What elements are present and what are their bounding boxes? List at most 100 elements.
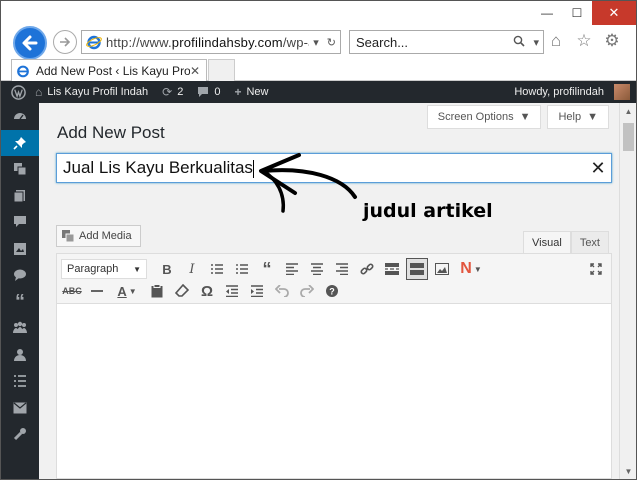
wordpress-logo-icon[interactable] [1,84,35,100]
sidebar-item-media[interactable] [1,156,39,183]
bullet-list-icon [211,264,223,274]
plus-icon: + [234,85,242,99]
updates-icon: ⟳ [162,85,173,99]
strikethrough-icon: ABC [62,286,82,296]
post-editor-screen: Screen Options ▼ Help ▼ Add New Post Jual … [39,103,636,479]
horizontal-line-icon [91,290,103,292]
avatar[interactable] [614,84,630,100]
refresh-icon[interactable]: ↻ [323,36,340,49]
text-color-button[interactable]: A ▼ [111,280,143,302]
svg-text:?: ? [329,287,335,297]
scroll-down-icon[interactable]: ▼ [620,463,636,479]
screen-options-button[interactable]: Screen Options ▼ [426,105,542,129]
read-more-button[interactable] [381,258,403,280]
tab-text[interactable]: Text [570,231,609,253]
align-right-button[interactable] [331,258,353,280]
forward-button[interactable] [53,30,77,54]
toolbar-toggle-button[interactable] [406,258,428,280]
outdent-button[interactable] [221,280,243,302]
new-tab-button[interactable] [208,59,235,81]
search-dropdown-icon[interactable]: ▾ [529,36,543,49]
clear-formatting-button[interactable] [171,280,193,302]
media-icon [14,163,27,176]
search-icon[interactable] [509,35,529,50]
sidebar-item-tools[interactable] [1,421,39,448]
scroll-up-icon[interactable]: ▲ [620,103,636,119]
align-left-icon [286,263,298,275]
text-color-icon: A [117,283,127,299]
wrench-icon [13,428,26,441]
address-dropdown-icon[interactable]: ▾ [309,36,323,49]
indent-button[interactable] [246,280,268,302]
home-icon[interactable]: ⌂ [546,31,566,51]
bullet-list-button[interactable] [206,258,228,280]
sidebar-item-groups[interactable] [1,315,39,342]
address-bar[interactable]: http://www.profilindahsby.com/wp-a ▾ ↻ [81,30,341,54]
page-scrollbar[interactable]: ▲ ▼ [619,103,636,479]
numbered-list-button[interactable] [231,258,253,280]
howdy-user-link[interactable]: Howdy, profilindah [514,86,604,98]
tab-add-new-post[interactable]: Add New Post ‹ Lis Kayu Profil Pr... ✕ [11,59,207,81]
keyboard-shortcuts-button[interactable]: ? [321,280,343,302]
strikethrough-button[interactable]: ABC [61,280,83,302]
sidebar-item-pages[interactable] [1,183,39,210]
screen-meta-links: Screen Options ▼ Help ▼ [426,105,609,129]
sidebar-item-mail[interactable] [1,395,39,422]
navigation-bar: http://www.profilindahsby.com/wp-a ▾ ↻ S… [1,25,636,60]
close-tab-icon[interactable]: ✕ [190,64,206,78]
eraser-icon [175,284,189,297]
site-name-link[interactable]: ⌂ Lis Kayu Profil Indah [35,85,148,99]
comment-bubble-icon [198,87,209,97]
paste-as-text-button[interactable] [146,280,168,302]
italic-button[interactable]: I [181,258,203,280]
horizontal-line-button[interactable] [86,280,108,302]
image-icon [435,263,449,275]
tab-visual[interactable]: Visual [523,231,571,253]
redo-button[interactable] [296,280,318,302]
list-icon [14,375,26,388]
comments-icon [14,216,26,228]
align-center-button[interactable] [306,258,328,280]
insert-link-button[interactable] [356,258,378,280]
gallery-icon [14,242,26,255]
new-content-link[interactable]: + New [234,85,268,99]
clear-title-icon[interactable]: ✕ [585,158,611,179]
maximize-button[interactable]: ☐ [562,1,592,25]
sidebar-item-gallery[interactable] [1,236,39,263]
add-media-button[interactable]: Add Media [56,225,141,247]
plugin-n-button[interactable]: N ▼ [456,258,486,280]
house-icon: ⌂ [35,85,43,99]
sidebar-item-comments[interactable] [1,209,39,236]
insert-image-button[interactable] [431,258,453,280]
sidebar-item-users[interactable] [1,342,39,369]
sidebar-item-dashboard[interactable] [1,103,39,130]
help-button[interactable]: Help ▼ [547,105,609,129]
window-controls: — ☐ ✕ [532,1,636,25]
close-window-button[interactable]: ✕ [592,1,636,25]
sidebar-item-feedback[interactable] [1,262,39,289]
post-content-editor[interactable]: Paragraph ▼ B I “ N ▼ ABC A ▼ Ω ? [56,253,612,479]
scroll-thumb[interactable] [623,123,634,151]
favorites-star-icon[interactable]: ☆ [574,31,594,51]
quote-icon: “ [15,290,25,313]
gear-icon[interactable]: ⚙ [602,31,622,51]
format-select[interactable]: Paragraph ▼ [61,259,147,279]
comments-link[interactable]: 0 [197,86,220,98]
fullscreen-button[interactable] [585,258,607,280]
n-plugin-icon: N [460,260,472,277]
undo-button[interactable] [271,280,293,302]
updates-link[interactable]: ⟳ 2 [162,85,183,99]
search-box[interactable]: Search... ▾ [349,30,544,54]
indent-icon [251,285,263,297]
align-left-button[interactable] [281,258,303,280]
minimize-button[interactable]: — [532,1,562,25]
sidebar-item-testimonials[interactable]: “ [1,289,39,316]
back-button[interactable] [13,26,47,60]
annotation-arrow [259,153,357,213]
special-character-button[interactable]: Ω [196,280,218,302]
sidebar-item-list[interactable] [1,368,39,395]
bold-button[interactable]: B [156,258,178,280]
blockquote-button[interactable]: “ [256,258,278,280]
sidebar-item-posts[interactable] [1,129,39,156]
caret-down-icon: ▼ [519,111,531,123]
